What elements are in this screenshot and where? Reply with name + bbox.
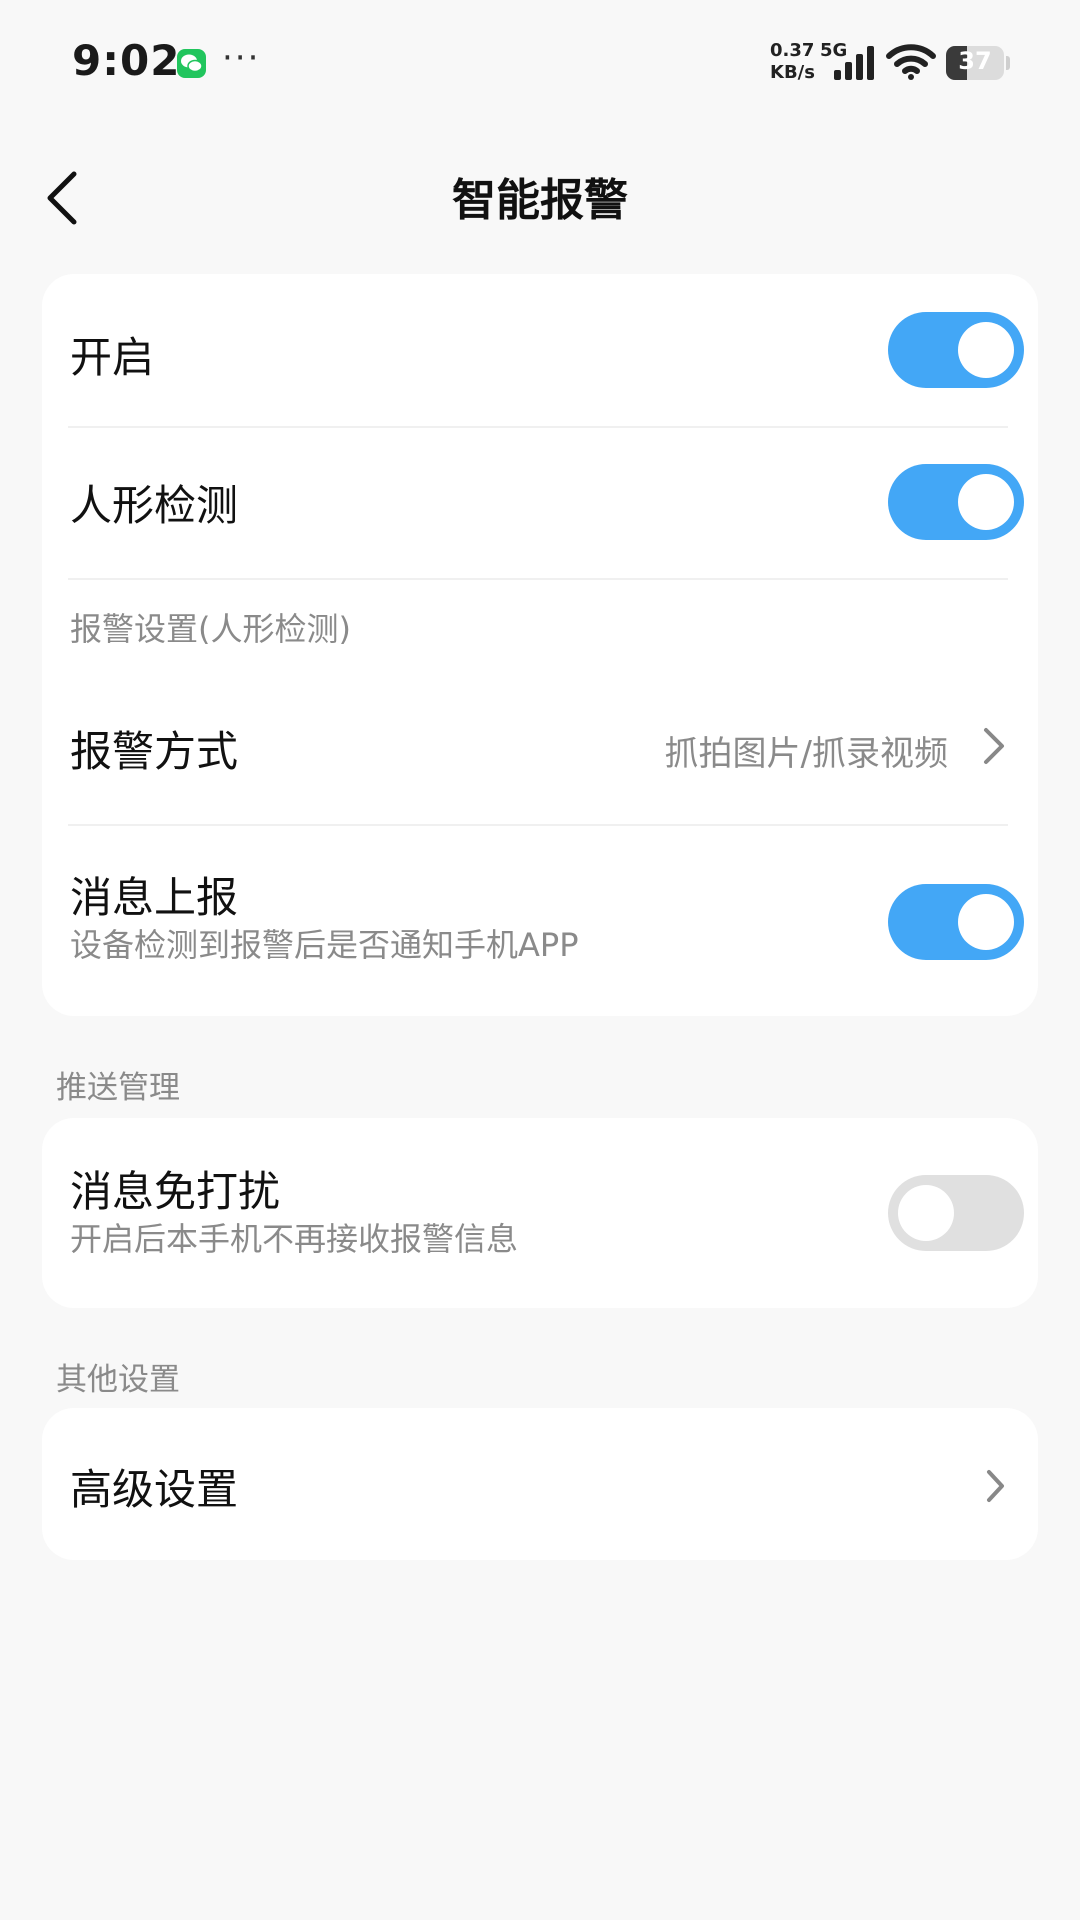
message-report-toggle[interactable]: [888, 884, 1024, 960]
network-speed: 0.37 KB/s: [770, 40, 818, 84]
toggle-knob: [898, 1185, 954, 1241]
battery-icon: 37: [946, 46, 1004, 80]
page-title: 智能报警: [452, 175, 628, 226]
wechat-icon: [177, 49, 206, 78]
wifi-icon: [886, 44, 936, 84]
push-settings-card: 消息免打扰 开启后本手机不再接收报警信息: [42, 1118, 1038, 1308]
enable-label: 开启: [70, 333, 155, 382]
toggle-knob: [958, 474, 1014, 530]
more-notifications-icon: ···: [222, 38, 261, 78]
status-bar: 9:02 ··· 0.37 KB/s 5G 37: [0, 0, 1080, 130]
message-report-row: 消息上报 设备检测到报警后是否通知手机APP: [70, 826, 1024, 1016]
main-settings-card: 开启 人形检测 报警设置(人形检测) 报警方式 抓拍图片/抓录视频 消息上报 设…: [42, 274, 1038, 1016]
do-not-disturb-row: 消息免打扰 开启后本手机不再接收报警信息: [70, 1118, 1024, 1308]
human-detection-toggle[interactable]: [888, 464, 1024, 540]
do-not-disturb-label: 消息免打扰: [70, 1167, 281, 1216]
chevron-right-icon: [984, 728, 1004, 764]
toggle-knob: [958, 894, 1014, 950]
other-section-title: 其他设置: [56, 1362, 180, 1398]
header: 智能报警: [0, 150, 1080, 240]
push-section-title: 推送管理: [56, 1070, 180, 1106]
chevron-right-icon: [987, 1470, 1004, 1502]
alarm-mode-label: 报警方式: [70, 727, 239, 776]
do-not-disturb-toggle[interactable]: [888, 1175, 1024, 1251]
message-report-label: 消息上报: [70, 873, 239, 922]
battery-level: 37: [958, 47, 992, 75]
alarm-settings-label: 报警设置(人形检测): [70, 610, 351, 648]
signal-icon: [834, 46, 878, 84]
battery-cap: [1006, 56, 1010, 70]
enable-toggle[interactable]: [888, 312, 1024, 388]
advanced-settings-label: 高级设置: [70, 1465, 239, 1514]
advanced-settings-row[interactable]: 高级设置: [70, 1408, 1010, 1560]
network-speed-unit: KB/s: [770, 62, 815, 83]
alarm-mode-row[interactable]: 报警方式 抓拍图片/抓录视频: [70, 674, 1010, 824]
human-detection-label: 人形检测: [70, 481, 239, 530]
network-speed-value: 0.37: [770, 40, 815, 61]
human-detection-row: 人形检测: [70, 428, 1024, 578]
divider: [68, 578, 1008, 580]
do-not-disturb-description: 开启后本手机不再接收报警信息: [70, 1220, 519, 1258]
enable-row: 开启: [70, 274, 1024, 426]
status-time: 9:02: [72, 36, 181, 85]
alarm-mode-value: 抓拍图片/抓录视频: [664, 734, 948, 774]
other-settings-card: 高级设置: [42, 1408, 1038, 1560]
message-report-description: 设备检测到报警后是否通知手机APP: [70, 926, 579, 964]
toggle-knob: [958, 322, 1014, 378]
